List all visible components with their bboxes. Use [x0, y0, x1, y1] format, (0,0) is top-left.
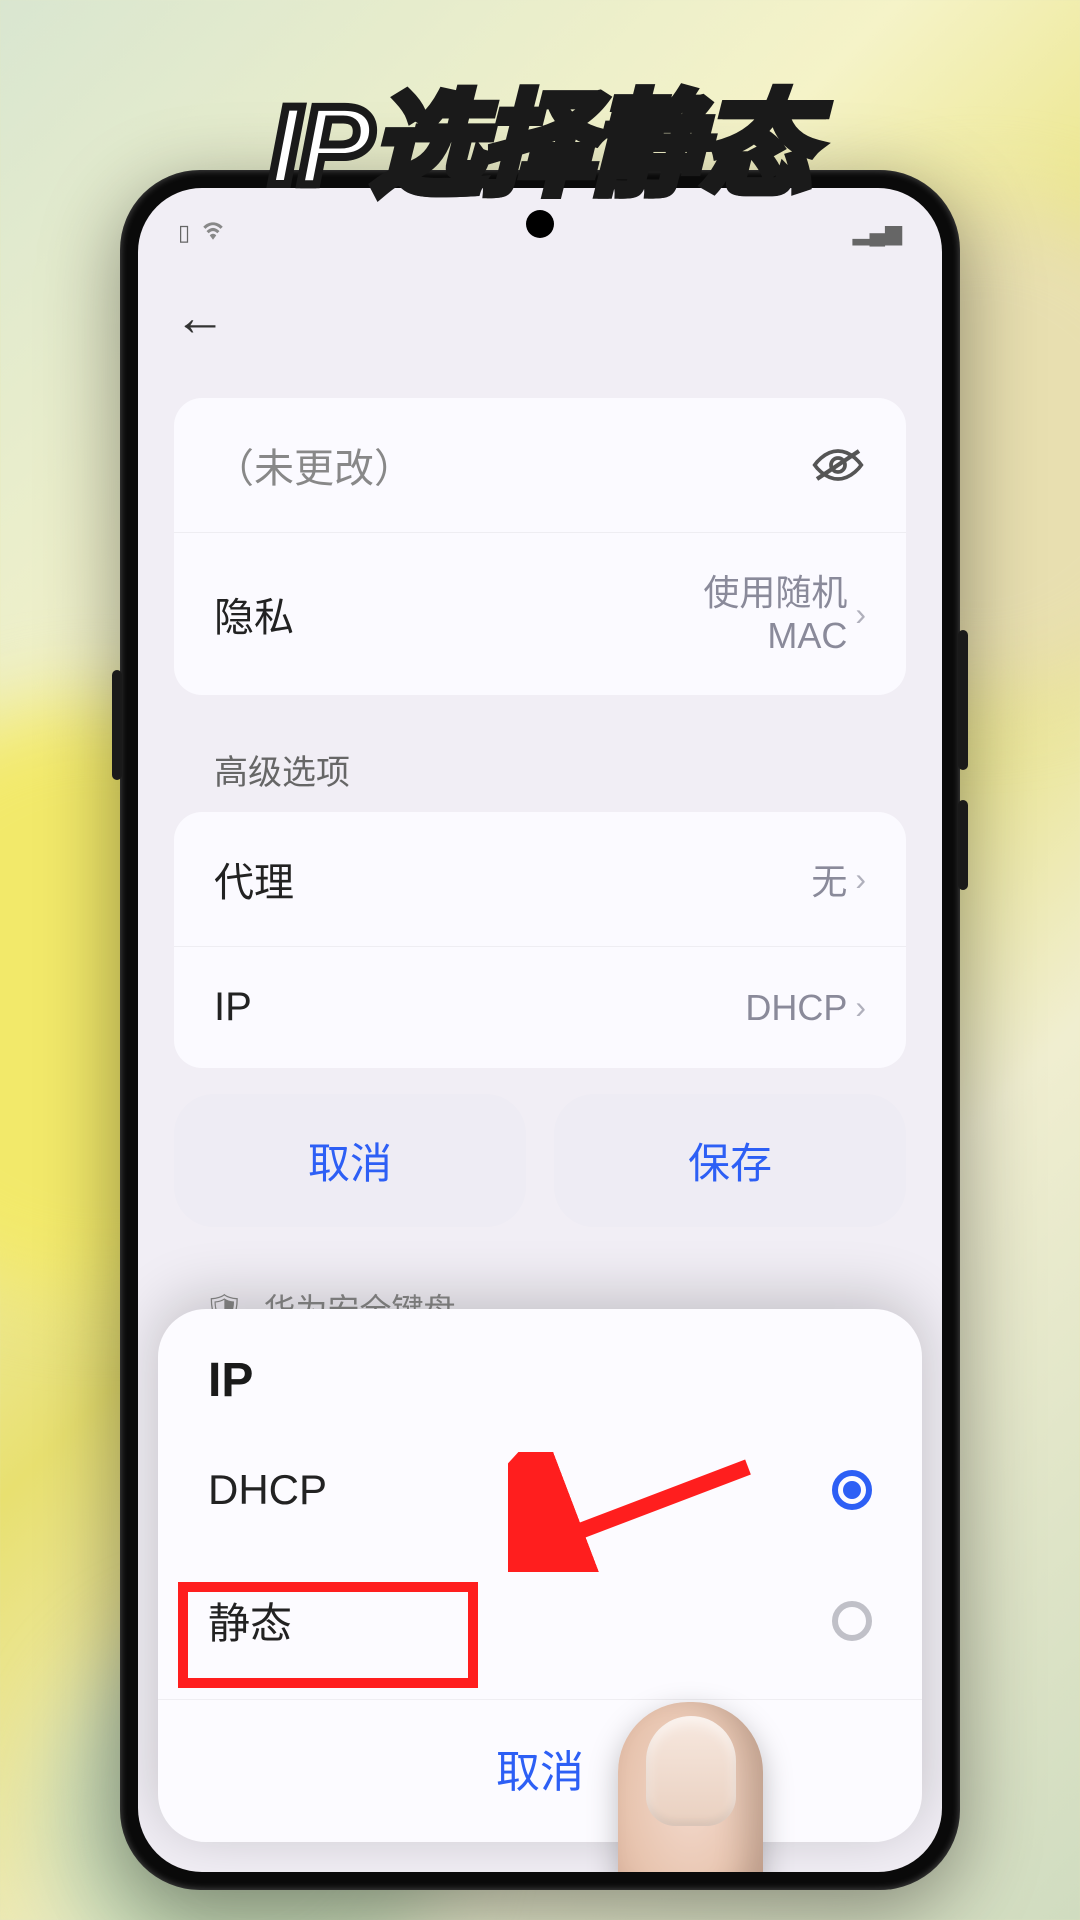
power-button: [112, 670, 122, 780]
option-static-label: 静态: [208, 1590, 292, 1651]
option-dhcp-label: DHCP: [208, 1466, 327, 1514]
caption-part2: 静态: [591, 83, 811, 208]
phone-frame: ▯ ▂▄▆ ← （未更改） 隐私: [120, 170, 960, 1890]
sheet-title: IP: [158, 1319, 922, 1428]
ip-select-sheet: IP DHCP 静态 取消: [158, 1309, 922, 1842]
sheet-option-dhcp[interactable]: DHCP: [158, 1428, 922, 1552]
phone-screen: ▯ ▂▄▆ ← （未更改） 隐私: [138, 188, 942, 1872]
radio-checked-icon: [832, 1470, 872, 1510]
volume-up-button: [958, 630, 968, 770]
radio-unchecked-icon: [832, 1601, 872, 1641]
volume-down-button: [958, 800, 968, 890]
sheet-option-static[interactable]: 静态: [158, 1552, 922, 1689]
video-caption: IP选择静态: [269, 55, 811, 217]
caption-part1: IP选择: [269, 83, 591, 208]
sheet-cancel-button[interactable]: 取消: [158, 1699, 922, 1834]
